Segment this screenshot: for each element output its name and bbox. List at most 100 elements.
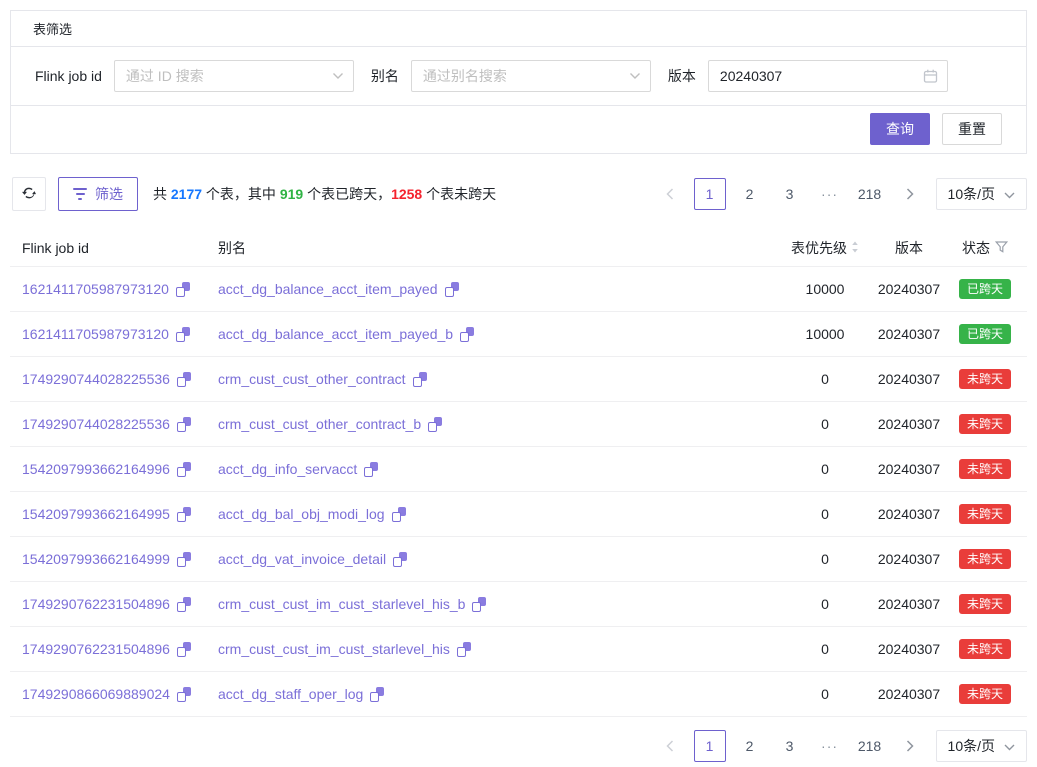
col-header-flink-job-id: Flink job id — [22, 240, 218, 256]
copy-icon[interactable] — [364, 462, 378, 477]
flink-job-id-link[interactable]: 1749290762231504896 — [22, 596, 170, 612]
copy-icon[interactable] — [177, 552, 191, 567]
query-button[interactable]: 查询 — [870, 113, 930, 145]
table-header-row: Flink job id 别名 表优先级 版本 状态 — [10, 229, 1027, 267]
filter-actions-row: 查询 重置 — [11, 106, 1026, 153]
alias-link[interactable]: acct_dg_bal_obj_modi_log — [218, 506, 385, 522]
version-value: 20240307 — [720, 68, 782, 84]
status-badge: 未跨天 — [959, 549, 1011, 569]
page-button-3[interactable]: 3 — [774, 730, 806, 762]
flink-job-id-label: Flink job id — [35, 68, 102, 84]
filter-panel: 表筛选 Flink job id 通过 ID 搜索 别名 通过别名搜索 版本 2… — [10, 10, 1027, 154]
chevron-down-icon — [1004, 186, 1015, 202]
page-button-2[interactable]: 2 — [734, 178, 766, 210]
page-button-218[interactable]: 218 — [854, 178, 886, 210]
flink-job-id-link[interactable]: 1749290744028225536 — [22, 371, 170, 387]
page-button-3[interactable]: 3 — [774, 178, 806, 210]
version-cell: 20240307 — [865, 506, 953, 522]
refresh-button[interactable] — [12, 177, 46, 211]
version-cell: 20240307 — [865, 551, 953, 567]
page-button-1[interactable]: 1 — [694, 730, 726, 762]
flink-job-id-link[interactable]: 1542097993662164995 — [22, 506, 170, 522]
status-badge: 未跨天 — [959, 594, 1011, 614]
copy-icon[interactable] — [177, 462, 191, 477]
flink-job-id-link[interactable]: 1749290762231504896 — [22, 641, 170, 657]
next-page-button[interactable] — [894, 178, 926, 210]
table-row: 1621411705987973120 acct_dg_balance_acct… — [10, 267, 1027, 312]
page-button-1[interactable]: 1 — [694, 178, 726, 210]
data-table: Flink job id 别名 表优先级 版本 状态 1621411705987… — [10, 229, 1027, 717]
flink-job-id-select[interactable]: 通过 ID 搜索 — [114, 60, 354, 92]
version-date-input[interactable]: 20240307 — [708, 60, 948, 92]
alias-label: 别名 — [371, 66, 399, 86]
status-badge: 未跨天 — [959, 459, 1011, 479]
version-cell: 20240307 — [865, 416, 953, 432]
copy-icon[interactable] — [177, 687, 191, 702]
copy-icon[interactable] — [370, 687, 384, 702]
refresh-icon — [21, 185, 37, 204]
flink-job-id-link[interactable]: 1749290866069889024 — [22, 686, 170, 702]
copy-icon[interactable] — [413, 372, 427, 387]
page-ellipsis[interactable]: ··· — [814, 730, 846, 762]
reset-button[interactable]: 重置 — [942, 113, 1002, 145]
alias-link[interactable]: crm_cust_cust_im_cust_starlevel_his — [218, 641, 450, 657]
filter-button-label: 筛选 — [95, 184, 123, 204]
chevron-down-icon — [1004, 738, 1015, 754]
alias-link[interactable]: acct_dg_balance_acct_item_payed — [218, 281, 438, 297]
alias-link[interactable]: crm_cust_cust_im_cust_starlevel_his_b — [218, 596, 465, 612]
copy-icon[interactable] — [457, 642, 471, 657]
alias-link[interactable]: acct_dg_vat_invoice_detail — [218, 551, 386, 567]
flink-job-id-link[interactable]: 1749290744028225536 — [22, 416, 170, 432]
priority-cell: 0 — [785, 416, 865, 432]
status-badge: 未跨天 — [959, 504, 1011, 524]
summary-not-crossed: 1258 — [391, 186, 422, 202]
flink-job-id-link[interactable]: 1542097993662164999 — [22, 551, 170, 567]
version-cell: 20240307 — [865, 641, 953, 657]
alias-link[interactable]: acct_dg_balance_acct_item_payed_b — [218, 326, 453, 342]
priority-cell: 0 — [785, 551, 865, 567]
summary-seg: 个表未跨天 — [422, 186, 496, 202]
copy-icon[interactable] — [176, 327, 190, 342]
priority-cell: 0 — [785, 641, 865, 657]
col-header-alias: 别名 — [218, 238, 785, 258]
page-button-218[interactable]: 218 — [854, 730, 886, 762]
page-ellipsis[interactable]: ··· — [814, 178, 846, 210]
alias-link[interactable]: crm_cust_cust_other_contract — [218, 371, 406, 387]
page-size-select[interactable]: 10条/页 — [936, 178, 1027, 210]
prev-page-button[interactable] — [654, 730, 686, 762]
filter-button[interactable]: 筛选 — [58, 177, 138, 211]
next-page-button[interactable] — [894, 730, 926, 762]
alias-link[interactable]: acct_dg_staff_oper_log — [218, 686, 363, 702]
copy-icon[interactable] — [392, 507, 406, 522]
status-badge: 未跨天 — [959, 639, 1011, 659]
copy-icon[interactable] — [177, 642, 191, 657]
table-row: 1621411705987973120 acct_dg_balance_acct… — [10, 312, 1027, 357]
alias-link[interactable]: acct_dg_info_servacct — [218, 461, 357, 477]
page-button-2[interactable]: 2 — [734, 730, 766, 762]
copy-icon[interactable] — [177, 372, 191, 387]
copy-icon[interactable] — [472, 597, 486, 612]
table-row: 1749290744028225536 crm_cust_cust_other_… — [10, 357, 1027, 402]
alias-select[interactable]: 通过别名搜索 — [411, 60, 651, 92]
flink-job-id-link[interactable]: 1621411705987973120 — [22, 281, 169, 297]
page-size-select[interactable]: 10条/页 — [936, 730, 1027, 762]
filter-funnel-icon[interactable] — [995, 240, 1008, 256]
sort-icon[interactable] — [851, 240, 859, 256]
copy-icon[interactable] — [177, 507, 191, 522]
copy-icon[interactable] — [428, 417, 442, 432]
flink-job-id-link[interactable]: 1542097993662164996 — [22, 461, 170, 477]
calendar-icon — [923, 69, 938, 84]
copy-icon[interactable] — [176, 282, 190, 297]
copy-icon[interactable] — [445, 282, 459, 297]
copy-icon[interactable] — [393, 552, 407, 567]
priority-cell: 0 — [785, 461, 865, 477]
copy-icon[interactable] — [177, 597, 191, 612]
chevron-down-icon — [629, 72, 641, 80]
pagination-top: 1 2 3 ··· 218 10条/页 — [654, 178, 1027, 210]
copy-icon[interactable] — [177, 417, 191, 432]
prev-page-button[interactable] — [654, 178, 686, 210]
alias-link[interactable]: crm_cust_cust_other_contract_b — [218, 416, 421, 432]
flink-job-id-link[interactable]: 1621411705987973120 — [22, 326, 169, 342]
copy-icon[interactable] — [460, 327, 474, 342]
version-cell: 20240307 — [865, 461, 953, 477]
